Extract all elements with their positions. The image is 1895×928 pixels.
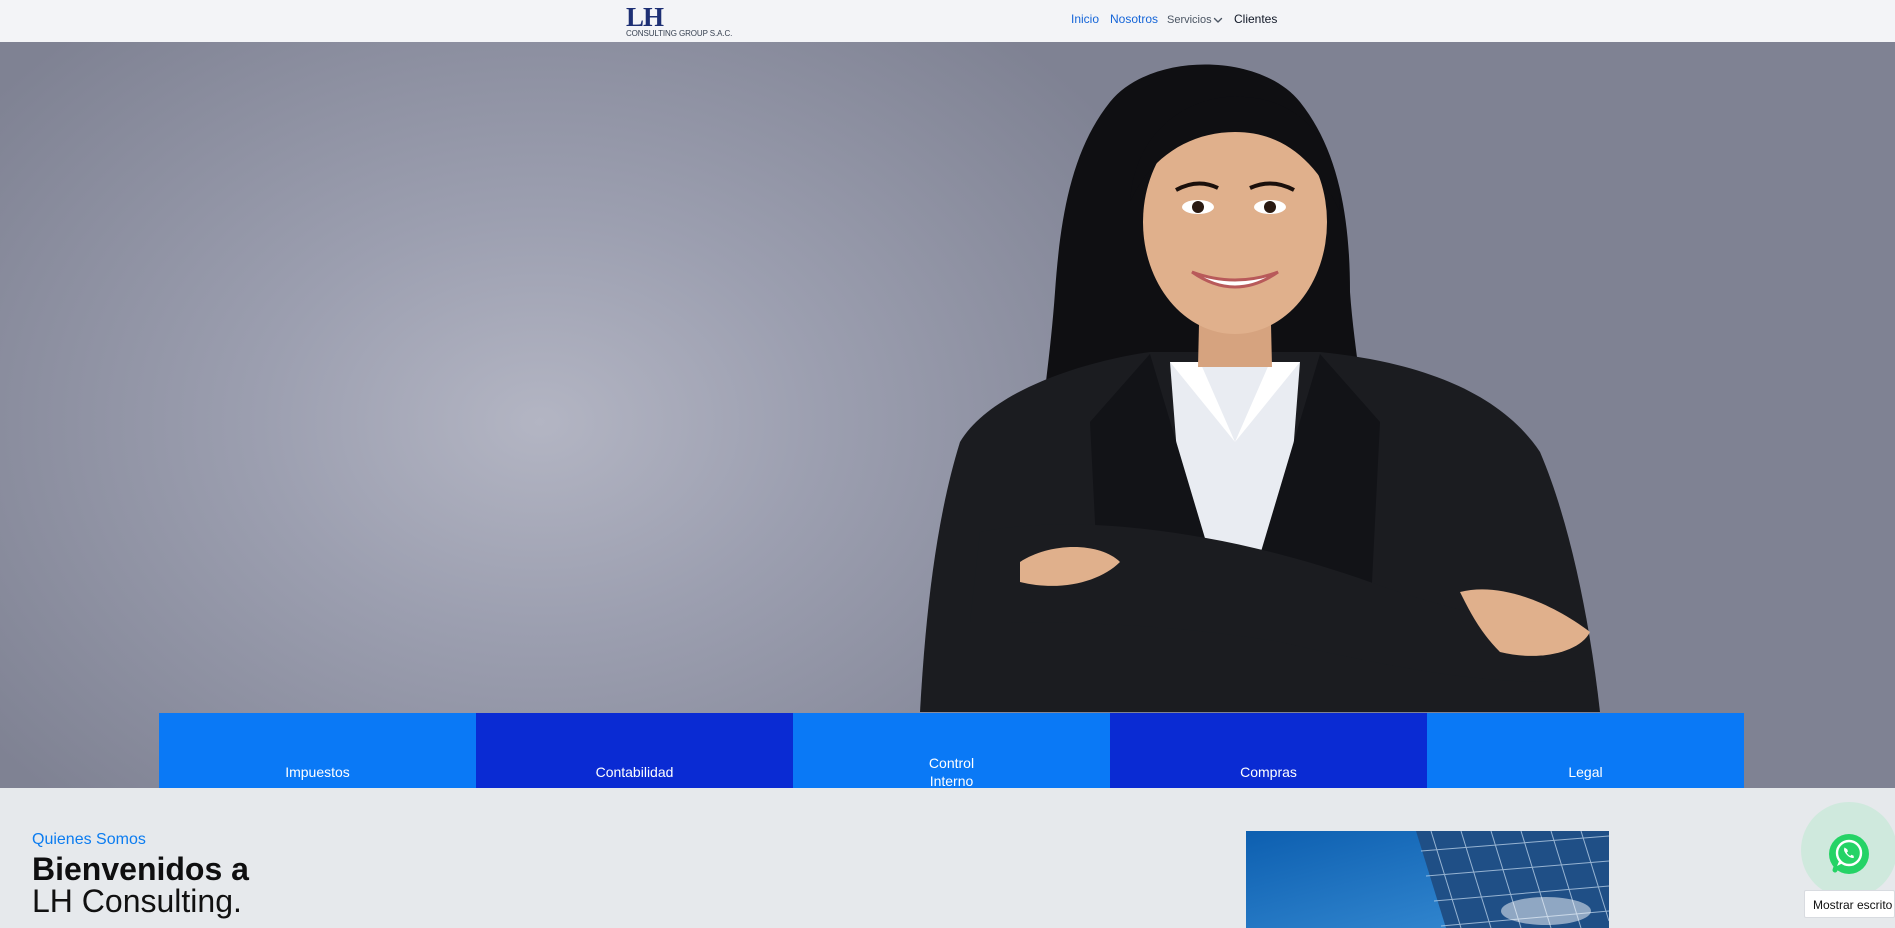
hero-banner: Impuestos Contabilidad Control Interno C… bbox=[0, 42, 1895, 788]
service-tile-impuestos[interactable]: Impuestos bbox=[159, 713, 476, 788]
building-photo bbox=[1246, 831, 1609, 928]
service-tile-compras[interactable]: Compras bbox=[1110, 713, 1427, 788]
service-tile-control-interno[interactable]: Control Interno bbox=[793, 713, 1110, 788]
whatsapp-tooltip: Mostrar escrito bbox=[1804, 890, 1895, 918]
about-section: Quienes Somos Bienvenidos a LH Consultin… bbox=[0, 788, 1895, 928]
service-tile-label: Compras bbox=[1240, 763, 1297, 780]
service-tile-label: Impuestos bbox=[285, 763, 350, 780]
company-logo[interactable]: LH CONSULTING GROUP S.A.C. bbox=[626, 4, 736, 40]
site-header: LH CONSULTING GROUP S.A.C. Inicio Nosotr… bbox=[0, 0, 1895, 43]
about-kicker: Quienes Somos bbox=[32, 831, 146, 848]
whatsapp-icon[interactable] bbox=[1827, 832, 1871, 876]
service-tile-legal[interactable]: Legal bbox=[1427, 713, 1744, 788]
service-tile-label: Legal bbox=[1568, 763, 1603, 780]
nav-link-nosotros[interactable]: Nosotros bbox=[1110, 12, 1158, 30]
nav-link-inicio[interactable]: Inicio bbox=[1071, 12, 1099, 30]
nav-link-clientes[interactable]: Clientes bbox=[1234, 12, 1277, 30]
about-title-company: LH Consulting. bbox=[32, 883, 242, 919]
service-tile-label: Contabilidad bbox=[595, 763, 674, 780]
logo-subtitle: CONSULTING GROUP S.A.C. bbox=[626, 29, 733, 38]
chevron-down-icon[interactable] bbox=[1212, 14, 1224, 26]
service-tiles: Impuestos Contabilidad Control Interno C… bbox=[159, 713, 1744, 788]
nav-link-servicios[interactable]: Servicios bbox=[1167, 14, 1212, 32]
service-tile-label: Control Interno bbox=[928, 754, 975, 789]
logo-mark: LH bbox=[626, 2, 664, 32]
service-tile-contabilidad[interactable]: Contabilidad bbox=[476, 713, 793, 788]
hero-woman-photo bbox=[920, 64, 1600, 712]
